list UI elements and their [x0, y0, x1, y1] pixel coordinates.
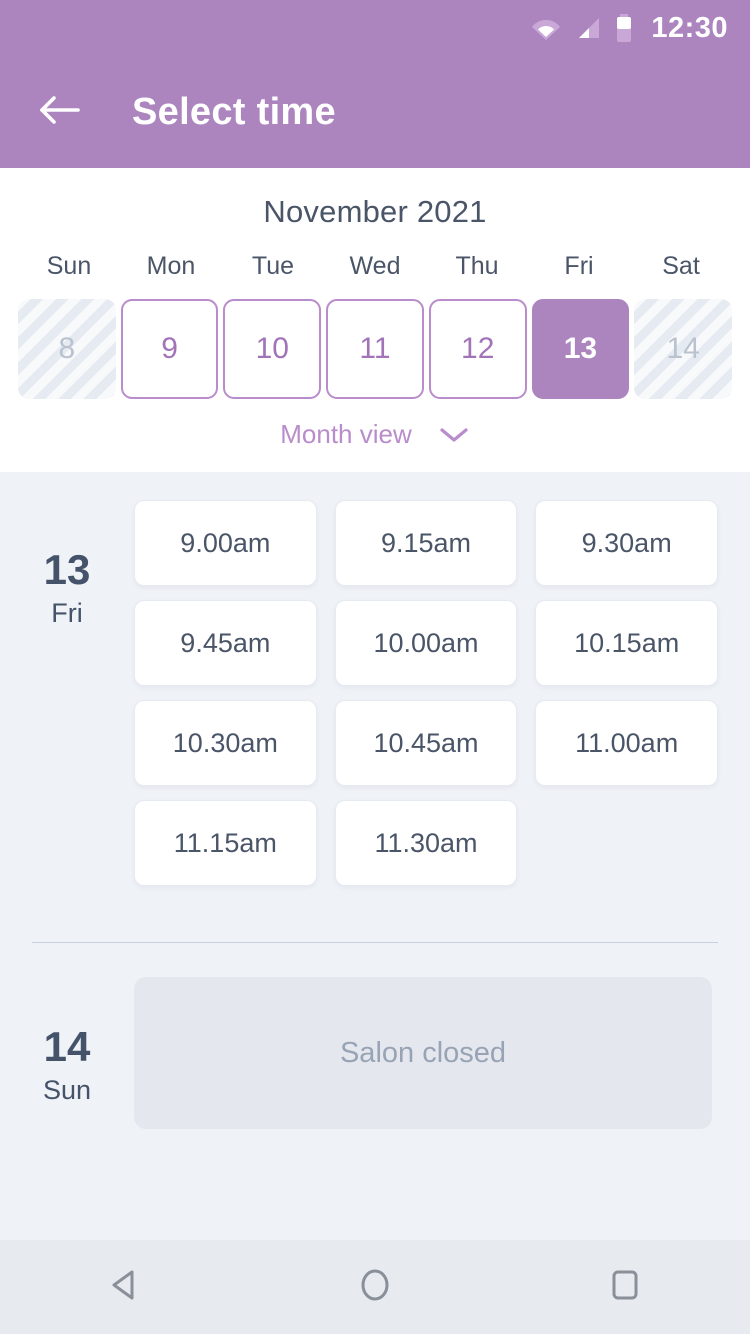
calendar-day-12[interactable]: 12 — [428, 299, 527, 399]
weekday-label: Wed — [349, 252, 401, 280]
day-of-week: Fri — [51, 598, 83, 629]
calendar-day-13[interactable]: 13 — [531, 299, 630, 399]
weekday-label: Thu — [455, 252, 499, 280]
time-slot[interactable]: 9.30am — [535, 500, 718, 586]
day-of-week: Sun — [42, 1075, 92, 1106]
phone-screen: 12:30 Select time November 2021 Sun Mon … — [0, 0, 750, 1334]
day-label-column: 13 Fri — [0, 500, 134, 886]
time-slot[interactable]: 10.45am — [334, 700, 518, 786]
arrow-left-icon — [38, 93, 82, 132]
status-bar: 12:30 — [0, 0, 750, 56]
day-label-column: 14 Sun — [0, 977, 134, 1129]
time-slot[interactable]: 9.15am — [334, 500, 518, 586]
nav-home-button[interactable] — [320, 1240, 430, 1334]
time-slot-grid: 9.00am 9.15am 9.30am 9.45am 10.00am 10.1… — [134, 500, 750, 886]
weekday-label: Fri — [564, 252, 594, 280]
time-slot[interactable]: 10.30am — [134, 700, 317, 786]
salon-closed-banner: Salon closed — [134, 977, 712, 1129]
weekday-label: Sun — [46, 252, 92, 280]
calendar-day-10[interactable]: 10 — [223, 299, 322, 399]
nav-recents-icon — [602, 1262, 648, 1313]
back-button[interactable] — [34, 86, 86, 138]
time-slot[interactable]: 10.15am — [535, 600, 718, 686]
weekday-label: Tue — [251, 252, 295, 280]
chevron-down-icon — [438, 425, 470, 445]
day-schedule-14: 14 Sun Salon closed — [0, 943, 750, 1129]
weekday-label: Sat — [662, 252, 700, 280]
day-schedule-13: 13 Fri 9.00am 9.15am 9.30am 9.45am 10.00… — [0, 472, 750, 886]
time-slot[interactable]: 10.00am — [334, 600, 518, 686]
cellular-signal-icon — [575, 16, 601, 40]
page-title: Select time — [132, 90, 336, 133]
wifi-icon — [531, 16, 561, 40]
time-slot[interactable]: 11.15am — [134, 800, 317, 886]
calendar-day-9[interactable]: 9 — [120, 299, 219, 399]
month-view-toggle[interactable]: Month view — [0, 419, 750, 450]
battery-icon — [615, 14, 633, 42]
nav-back-icon — [102, 1262, 148, 1313]
nav-back-button[interactable] — [70, 1240, 180, 1334]
calendar-day-row: 8 9 10 11 12 13 14 — [0, 299, 750, 399]
schedule-content: 13 Fri 9.00am 9.15am 9.30am 9.45am 10.00… — [0, 472, 750, 1240]
app-bar: Select time — [0, 56, 750, 168]
time-slot[interactable]: 9.00am — [134, 500, 317, 586]
calendar-month-label: November 2021 — [263, 194, 487, 229]
month-view-label: Month view — [280, 419, 412, 449]
time-slot[interactable]: 11.00am — [535, 700, 718, 786]
android-nav-bar — [0, 1240, 750, 1334]
status-bar-clock: 12:30 — [651, 11, 728, 44]
nav-recents-button[interactable] — [570, 1240, 680, 1334]
day-number: 14 — [43, 1023, 91, 1070]
time-slot[interactable]: 9.45am — [134, 600, 317, 686]
calendar-day-14: 14 — [634, 299, 732, 399]
nav-home-icon — [352, 1262, 398, 1313]
calendar-day-11[interactable]: 11 — [326, 299, 424, 399]
calendar-panel: November 2021 Sun Mon Tue Wed Thu Fri Sa… — [0, 168, 750, 472]
time-slot[interactable]: 11.30am — [334, 800, 518, 886]
day-number: 13 — [43, 546, 91, 593]
calendar-day-8: 8 — [18, 299, 116, 399]
weekday-label: Mon — [146, 252, 196, 280]
calendar-weekday-row: Sun Mon Tue Wed Thu Fri Sat — [0, 252, 750, 281]
